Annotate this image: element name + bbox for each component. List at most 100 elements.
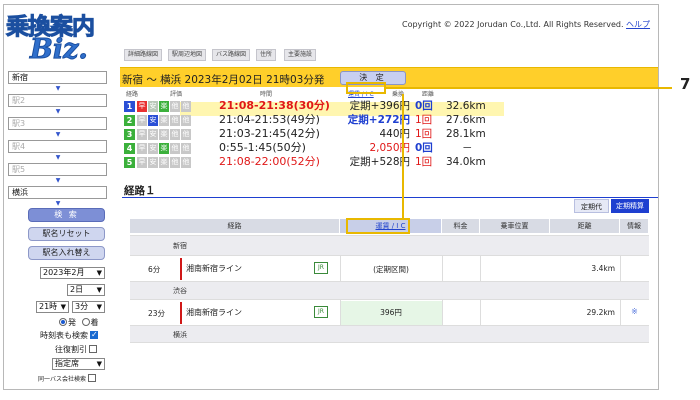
- route-transfers: 0回: [415, 99, 433, 113]
- route-row-3[interactable]: 3 早 安 楽 他 他 21:03-21:45(42分) 440円 1回 28.…: [124, 127, 486, 141]
- seat-value: 指定席: [55, 359, 79, 368]
- easy-badge: 楽: [159, 157, 169, 168]
- chevron-down-icon: ▼: [96, 303, 102, 311]
- detail-header-position: 乗車位置: [480, 219, 550, 233]
- down-arrow-icon: ▼: [55, 131, 61, 138]
- callout-number: 7: [680, 75, 691, 93]
- tab-detail-map[interactable]: 詳細路線図: [124, 49, 163, 61]
- tab-facilities[interactable]: 主要施設: [284, 49, 317, 61]
- segment-line[interactable]: 湘南新宿ライン: [186, 307, 242, 318]
- route-time: 0:55-1:45(50分): [219, 141, 306, 154]
- station-input-3[interactable]: 駅3: [8, 117, 107, 130]
- route-time: 21:08-22:00(52分): [219, 155, 320, 168]
- other-badge: 他: [181, 143, 191, 154]
- roundtrip-checkbox[interactable]: [89, 345, 97, 353]
- route-fare: 440円: [379, 128, 410, 140]
- station-name[interactable]: 横浜: [173, 330, 187, 340]
- other-badge: 他: [181, 101, 191, 112]
- hour-select[interactable]: 21時 ▼: [36, 301, 69, 313]
- callout-leader: [386, 87, 672, 89]
- roundtrip-option: 往復割引: [55, 344, 97, 355]
- transfer-count: 1回: [415, 156, 433, 168]
- station-input-2[interactable]: 駅2: [8, 94, 107, 107]
- tab-period-settle[interactable]: 定期精算: [611, 199, 649, 213]
- timetable-option: 時刻表も検索: [40, 329, 98, 341]
- tab-address[interactable]: 住所: [256, 49, 277, 61]
- bus-checkbox[interactable]: [88, 374, 97, 382]
- other-badge: 他: [181, 115, 191, 126]
- divider: [340, 299, 341, 325]
- cheap-badge: 安: [148, 143, 158, 154]
- station-input-from[interactable]: 新宿: [8, 71, 107, 84]
- swap-stations-button[interactable]: 駅名入れ替え: [28, 246, 105, 260]
- route-number: 3: [124, 129, 135, 140]
- year-month-select[interactable]: 2023年2月 ▼: [40, 267, 105, 279]
- seat-select[interactable]: 指定席 ▼: [52, 358, 105, 370]
- bus-label: 同一バス会社検索: [38, 376, 87, 383]
- route-bar: 新宿 ～ 横浜 2023年2月02日 21時03分発 決 定: [120, 67, 658, 87]
- station-input-5[interactable]: 駅5: [8, 163, 107, 176]
- timetable-checkbox[interactable]: [90, 329, 98, 340]
- route-transfers: 1回: [415, 155, 432, 169]
- down-arrow-icon: ▼: [55, 154, 61, 161]
- reset-stations-button[interactable]: 駅名リセット: [28, 227, 105, 241]
- col-time: 時間: [260, 91, 273, 98]
- route-number: 2: [124, 115, 135, 126]
- transfer-count: 0回: [415, 100, 433, 112]
- route-fare: 定期+272円: [347, 114, 410, 126]
- route-distance: 27.6km: [446, 114, 486, 126]
- station-row: 渋谷: [130, 281, 649, 299]
- app-frame: 乗換案内 Biz. 新宿 ▼ 駅2 ▼ 駅3 ▼ 駅4 ▼ 駅5 ▼ 横浜 ▼ …: [3, 4, 659, 390]
- segment-minutes: 6分: [148, 265, 161, 274]
- cheap-badge: 安: [148, 157, 158, 168]
- route-row-2[interactable]: 2 早 安 楽 他 他 21:04-21:53(49分) 定期+272円 1回 …: [124, 113, 486, 127]
- other-badge: 他: [170, 143, 180, 154]
- station-name[interactable]: 新宿: [173, 241, 187, 251]
- divider: [442, 299, 443, 325]
- info-icon[interactable]: ※: [620, 307, 649, 316]
- station-input-to[interactable]: 横浜: [8, 186, 107, 199]
- tab-bus-map[interactable]: バス路線図: [212, 49, 251, 61]
- line-color-bar: [180, 258, 182, 280]
- divider: [620, 255, 621, 281]
- search-button[interactable]: 検 索: [28, 208, 105, 222]
- tab-period-fare[interactable]: 定期代: [574, 199, 609, 213]
- radio-depart-label: 発: [68, 318, 76, 327]
- station-name[interactable]: 渋谷: [173, 286, 187, 296]
- station-input-4[interactable]: 駅4: [8, 140, 107, 153]
- easy-badge: 楽: [159, 129, 169, 140]
- roundtrip-label: 往復割引: [55, 345, 87, 354]
- other-badge: 他: [181, 157, 191, 168]
- minute-value: 3分: [75, 302, 89, 311]
- radio-arrive[interactable]: [81, 318, 90, 326]
- route-row-5[interactable]: 5 早 安 楽 他 他 21:08-22:00(52分) 定期+528円 1回 …: [124, 155, 486, 169]
- divider: [340, 255, 341, 281]
- tab-station-map[interactable]: 駅周辺地図: [168, 49, 207, 61]
- route-number: 1: [124, 101, 135, 112]
- segment-line[interactable]: 湘南新宿ライン: [186, 263, 242, 274]
- bus-option: 同一バス会社検索: [38, 374, 97, 385]
- logo[interactable]: 乗換案内 Biz.: [6, 7, 118, 66]
- logo-biz-text: Biz.: [30, 34, 89, 66]
- day-select[interactable]: 2日 ▼: [67, 284, 105, 296]
- main-panel: Copyright © 2022 Jorudan Co.,Ltd. All Ri…: [112, 5, 658, 389]
- route-distance: 32.6km: [446, 100, 486, 112]
- segment-distance: 29.2km: [586, 308, 615, 317]
- help-link[interactable]: ヘルプ: [626, 20, 650, 29]
- divider: [442, 255, 443, 281]
- fast-badge: 早: [137, 143, 147, 154]
- route-distance: －: [462, 142, 473, 154]
- radio-depart[interactable]: [59, 318, 67, 326]
- segment-row-1: 6分 湘南新宿ライン JR (定期区間) 3.4km: [130, 255, 649, 281]
- timetable-label: 時刻表も検索: [40, 331, 88, 340]
- divider: [480, 255, 481, 281]
- day-value: 2日: [70, 285, 84, 294]
- cheap-badge: 安: [148, 115, 158, 126]
- divider: [620, 299, 621, 325]
- route-row-4[interactable]: 4 早 安 楽 他 他 0:55-1:45(50分) 2,050円 0回 －: [124, 141, 473, 155]
- route-row-1[interactable]: 1 早 安 楽 他 他 21:08-21:38(30分) 定期+396円 0回 …: [124, 99, 486, 113]
- minute-select[interactable]: 3分 ▼: [72, 301, 105, 313]
- jr-icon: JR: [314, 262, 328, 274]
- route-fare: 2,050円: [369, 142, 410, 154]
- jr-icon: JR: [314, 306, 328, 318]
